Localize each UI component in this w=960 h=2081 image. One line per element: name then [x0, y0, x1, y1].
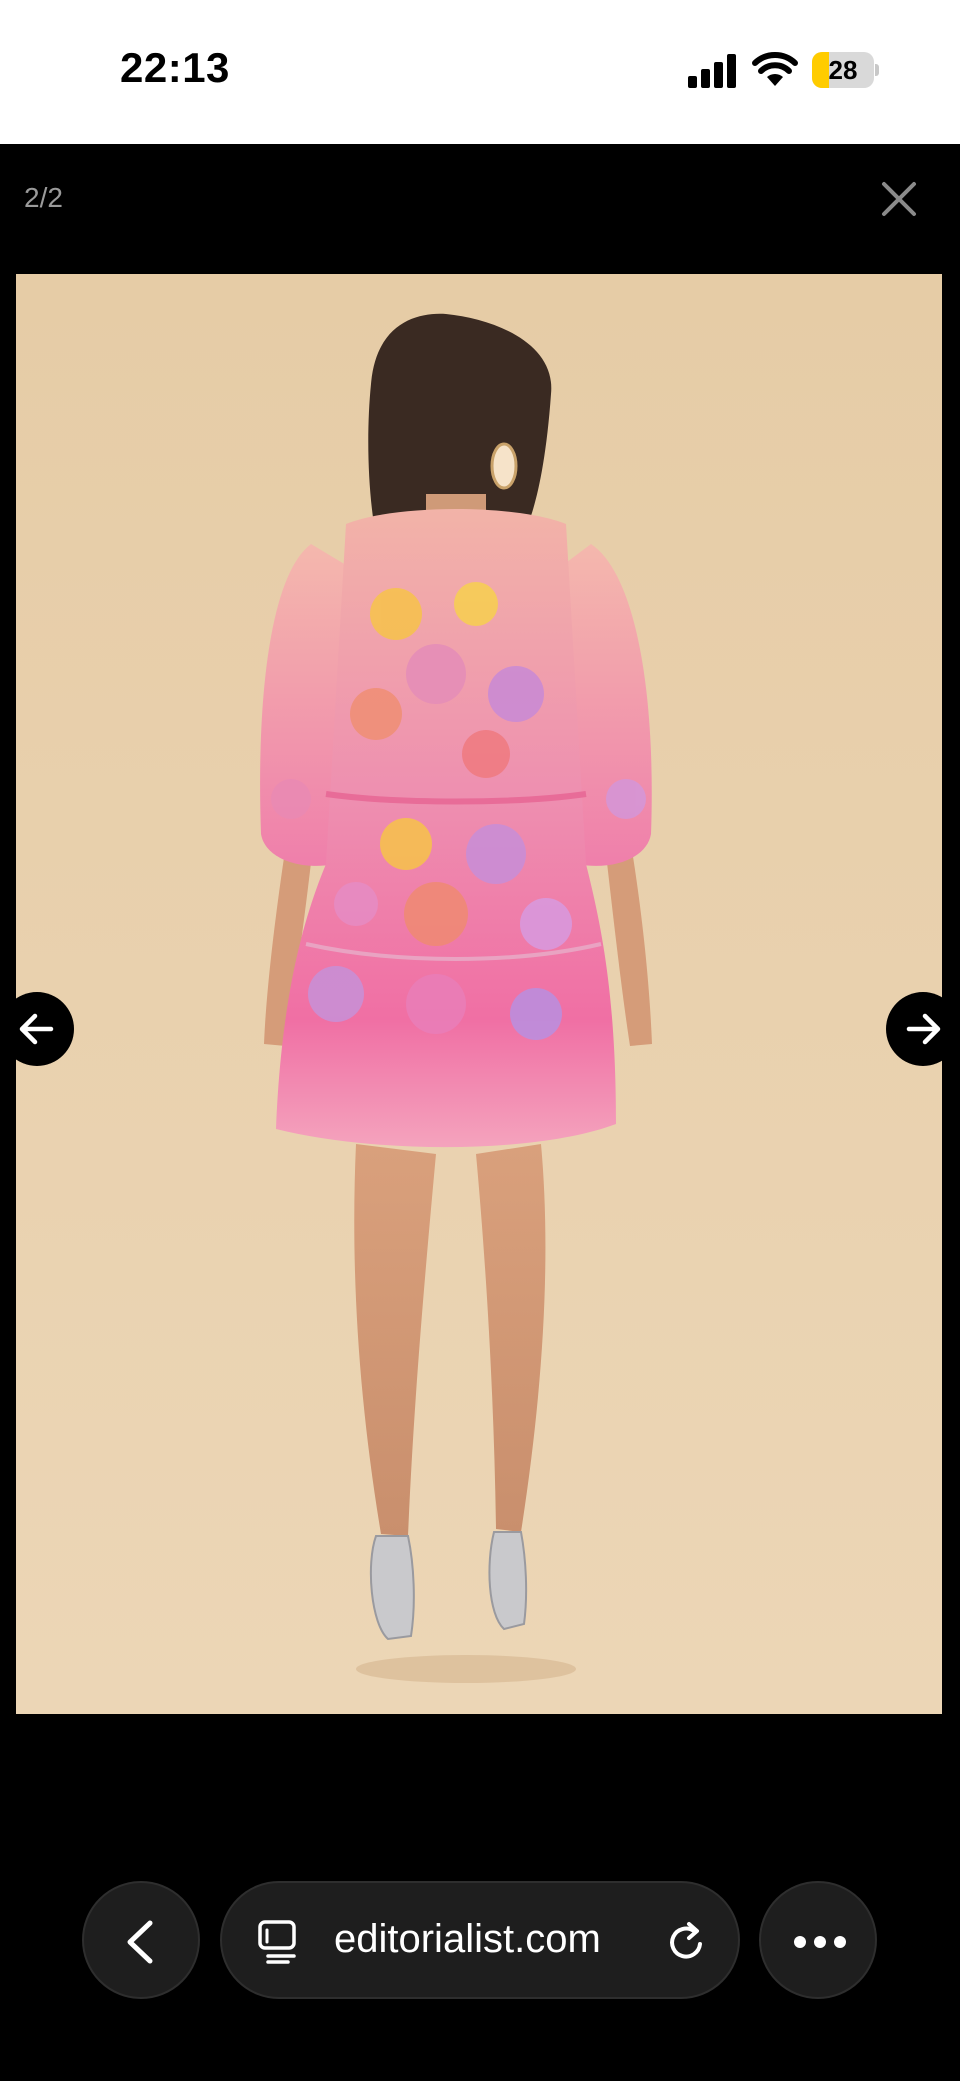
battery-icon: 28	[812, 52, 879, 88]
wifi-icon	[752, 52, 798, 86]
tabs-icon	[258, 1920, 296, 1964]
viewer-header: 2/2	[0, 144, 960, 274]
chevron-left-icon	[127, 1920, 153, 1964]
close-icon[interactable]	[872, 172, 926, 226]
browser-toolbar: editorialist.com	[0, 1714, 960, 2081]
status-time: 22:13	[120, 44, 230, 91]
more-button[interactable]	[759, 1881, 877, 1999]
arrow-left-icon	[19, 1013, 54, 1045]
status-bar: 22:13 28	[0, 0, 960, 144]
battery-label: 28	[828, 55, 858, 85]
more-icon	[794, 1936, 846, 1948]
signal-icon	[688, 54, 736, 88]
url-text: editorialist.com	[334, 1917, 601, 1961]
arrow-right-icon	[906, 1013, 941, 1045]
product-photo	[16, 274, 942, 1714]
back-button[interactable]	[82, 1881, 200, 1999]
image-counter: 2/2	[24, 182, 63, 213]
photo-illustration	[16, 274, 942, 1714]
address-bar[interactable]: editorialist.com	[220, 1881, 740, 1999]
reload-icon[interactable]	[664, 1919, 710, 1965]
next-image-button[interactable]	[886, 992, 960, 1066]
previous-image-button[interactable]	[0, 992, 74, 1066]
battery-tip	[875, 64, 879, 76]
battery-body: 28	[812, 52, 874, 88]
